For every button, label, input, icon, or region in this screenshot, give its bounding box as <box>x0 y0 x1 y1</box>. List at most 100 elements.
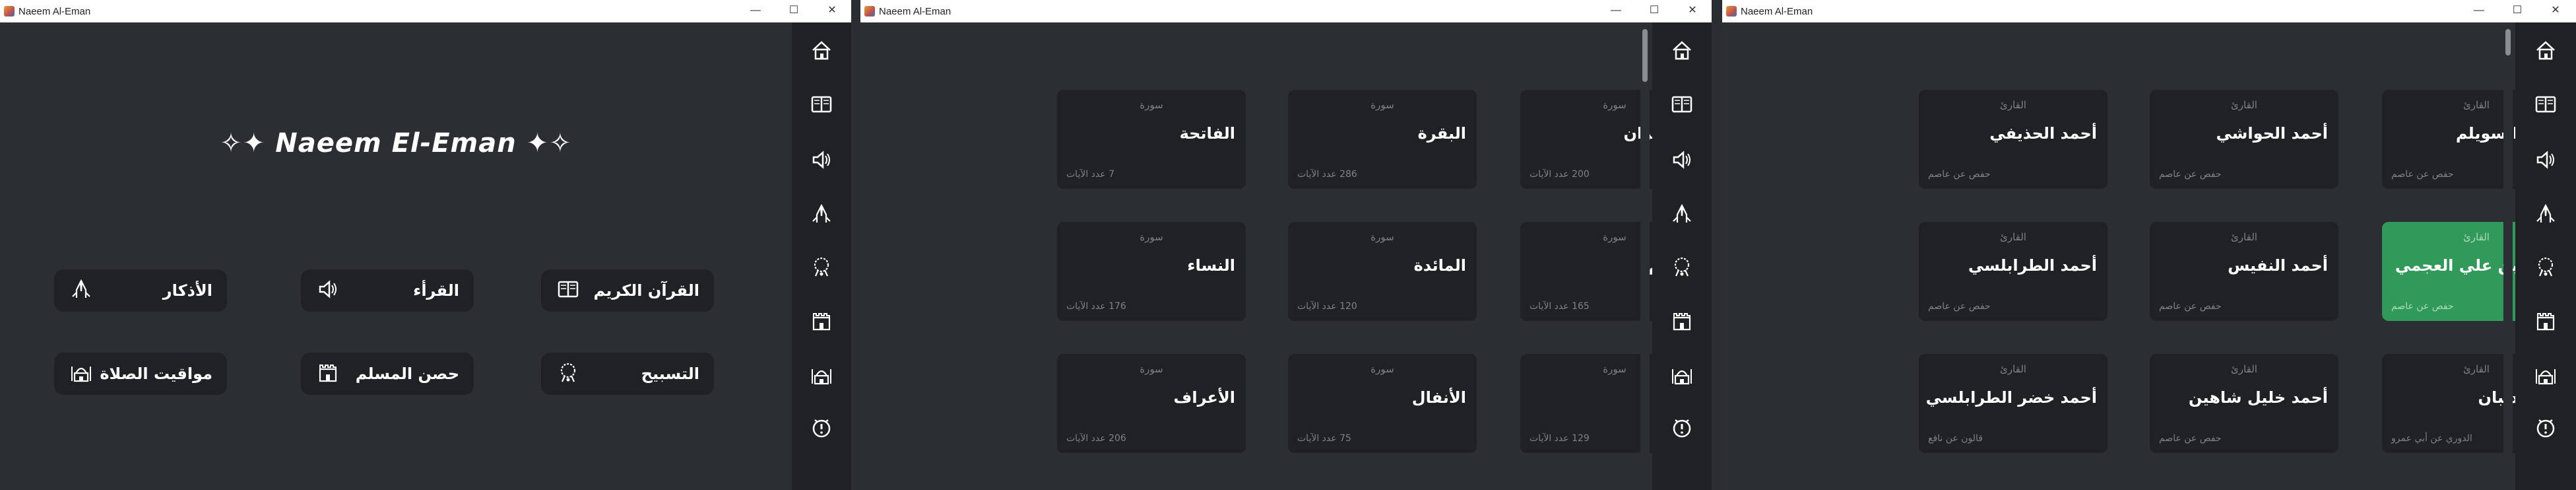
sidebar-fortress-button[interactable] <box>1669 309 1695 335</box>
card-subtitle: 75 عدد الآيات <box>1297 433 1351 444</box>
mosque-icon <box>69 360 94 388</box>
surah-card[interactable]: سورة الأنفال 75 عدد الآيات <box>1288 354 1477 453</box>
sidebar-alert-clock-button[interactable] <box>1669 416 1695 442</box>
title-bar[interactable]: Naeem Al-Eman — ☐ ✕ <box>0 0 851 22</box>
title-bar[interactable]: Naeem Al-Eman — ☐ ✕ <box>860 0 1712 22</box>
home-button-quran[interactable]: القرآن الكريم <box>541 269 714 312</box>
home-button-adhkar[interactable]: الأذكار <box>54 269 227 312</box>
sidebar-praying-hands-button[interactable] <box>808 202 835 228</box>
reciter-card[interactable]: القارئ أحمد الحذيفي حفص عن عاصم <box>1919 90 2108 189</box>
maximize-button[interactable]: ☐ <box>2498 0 2536 22</box>
sidebar-home-button[interactable] <box>2532 38 2559 65</box>
button-label: القرآن الكريم <box>593 281 699 300</box>
sidebar-praying-hands-button[interactable] <box>2532 202 2559 228</box>
sidebar-mosque-button[interactable] <box>2532 363 2559 390</box>
tasbih-icon <box>2533 254 2558 282</box>
home-window: Naeem Al-Eman — ☐ ✕ ✧✦ Naeem El-Eman ✦✧ … <box>0 0 851 490</box>
app-icon <box>864 6 875 17</box>
fortress-icon <box>315 360 340 388</box>
speaker-icon <box>2533 147 2558 175</box>
sidebar-tasbih-button[interactable] <box>2532 255 2559 281</box>
sidebar-speaker-button[interactable] <box>2532 148 2559 174</box>
book-icon <box>2533 92 2558 120</box>
card-subtitle: حفص عن عاصم <box>1928 169 1991 180</box>
card-title: الأعراف <box>1173 388 1235 407</box>
sidebar <box>1652 22 1712 490</box>
scrollbar-thumb[interactable] <box>1642 29 1648 82</box>
card-label: القارئ <box>2231 363 2257 375</box>
reciter-card[interactable]: القارئ أحمد الطرابلسي حفص عن عاصم <box>1919 222 2108 321</box>
book-icon <box>556 277 581 304</box>
alert-clock-icon <box>1669 415 1694 443</box>
card-label: سورة <box>1370 99 1394 111</box>
ayat-count: 165 <box>1572 301 1590 312</box>
ayat-count: 120 <box>1339 301 1357 312</box>
reciter-card[interactable]: القارئ أحمد الحواشي حفص عن عاصم <box>2150 90 2338 189</box>
sidebar-fortress-button[interactable] <box>808 309 835 335</box>
sidebar-book-button[interactable] <box>2532 92 2559 119</box>
home-button-reciters[interactable]: القرأء <box>301 269 474 312</box>
card-label: سورة <box>1140 363 1163 375</box>
sidebar-speaker-button[interactable] <box>1669 148 1695 174</box>
sidebar-book-button[interactable] <box>1669 92 1695 119</box>
card-subtitle: قالون عن نافع <box>1928 433 1983 444</box>
sidebar-home-button[interactable] <box>1669 38 1695 65</box>
sidebar-speaker-button[interactable] <box>808 148 835 174</box>
minimize-button[interactable]: — <box>736 0 775 22</box>
surah-card[interactable]: سورة البقرة 286 عدد الآيات <box>1288 90 1477 189</box>
reciter-card[interactable]: القارئ أحمد النفيس حفص عن عاصم <box>2150 222 2338 321</box>
card-title: أحمد خليل شاهين <box>2188 388 2328 407</box>
scrollbar-thumb[interactable] <box>2505 29 2511 55</box>
minimize-button[interactable]: — <box>2460 0 2498 22</box>
home-button-hisn[interactable]: حصن المسلم <box>301 353 474 395</box>
card-subtitle: حفص عن عاصم <box>1928 301 1991 312</box>
sidebar-alert-clock-button[interactable] <box>808 416 835 442</box>
sidebar-mosque-button[interactable] <box>808 363 835 390</box>
speaker-icon <box>315 277 340 304</box>
close-button[interactable]: ✕ <box>1673 0 1712 22</box>
card-subtitle: 129 عدد الآيات <box>1530 433 1590 444</box>
surah-card[interactable]: سورة المائدة 120 عدد الآيات <box>1288 222 1477 321</box>
close-button[interactable]: ✕ <box>2536 0 2575 22</box>
window-title: Naeem Al-Eman <box>18 6 91 17</box>
sidebar-alert-clock-button[interactable] <box>2532 416 2559 442</box>
mosque-icon <box>2533 363 2558 390</box>
maximize-button[interactable]: ☐ <box>1635 0 1673 22</box>
reciter-grid: القارئأحمد السويلمحفص عن عاصمالقارئأحمد … <box>1722 22 2571 490</box>
surah-card[interactable]: سورة النساء 176 عدد الآيات <box>1057 222 1246 321</box>
maximize-button[interactable]: ☐ <box>775 0 813 22</box>
sidebar-tasbih-button[interactable] <box>1669 255 1695 281</box>
surah-card[interactable]: سورة الأعراف 206 عدد الآيات <box>1057 354 1246 453</box>
sparkles-icon: ✧✦ <box>220 128 276 158</box>
sidebar-home-button[interactable] <box>808 38 835 65</box>
surah-card[interactable]: سورة الفاتحة 7 عدد الآيات <box>1057 90 1246 189</box>
home-button-tasbih[interactable]: التسبيح <box>541 353 714 395</box>
card-title: البقرة <box>1417 124 1466 143</box>
scrollbar[interactable] <box>2503 22 2513 490</box>
card-subtitle: الدوري عن أبي عمرو <box>2391 433 2472 444</box>
home-button-prayer-times[interactable]: مواقيت الصلاة <box>54 353 227 395</box>
reciter-card[interactable]: القارئ أحمد خليل شاهين حفص عن عاصم <box>2150 354 2338 453</box>
scrollbar[interactable] <box>1640 22 1650 490</box>
ayat-label: عدد الآيات <box>1297 169 1337 180</box>
card-subtitle: 120 عدد الآيات <box>1297 301 1357 312</box>
reciter-card[interactable]: القارئ أحمد خضر الطرابلسي قالون عن نافع <box>1919 354 2108 453</box>
card-subtitle: حفص عن عاصم <box>2159 169 2222 180</box>
ayat-label: عدد الآيات <box>1297 301 1337 312</box>
ayat-count: 75 <box>1339 433 1351 444</box>
speaker-icon <box>809 147 834 175</box>
card-label: سورة <box>1370 363 1394 375</box>
sidebar-praying-hands-button[interactable] <box>1669 202 1695 228</box>
card-subtitle: حفص عن عاصم <box>2391 301 2454 312</box>
close-button[interactable]: ✕ <box>813 0 851 22</box>
card-subtitle: 200 عدد الآيات <box>1530 169 1590 180</box>
card-subtitle: حفص عن عاصم <box>2159 301 2222 312</box>
brand-text: Naeem El-Eman <box>275 128 517 158</box>
card-title: الفاتحة <box>1179 124 1235 143</box>
sidebar-mosque-button[interactable] <box>1669 363 1695 390</box>
sidebar-fortress-button[interactable] <box>2532 309 2559 335</box>
sidebar-tasbih-button[interactable] <box>808 255 835 281</box>
minimize-button[interactable]: — <box>1597 0 1635 22</box>
sidebar-book-button[interactable] <box>808 92 835 119</box>
title-bar[interactable]: Naeem Al-Eman — ☐ ✕ <box>1722 0 2576 22</box>
